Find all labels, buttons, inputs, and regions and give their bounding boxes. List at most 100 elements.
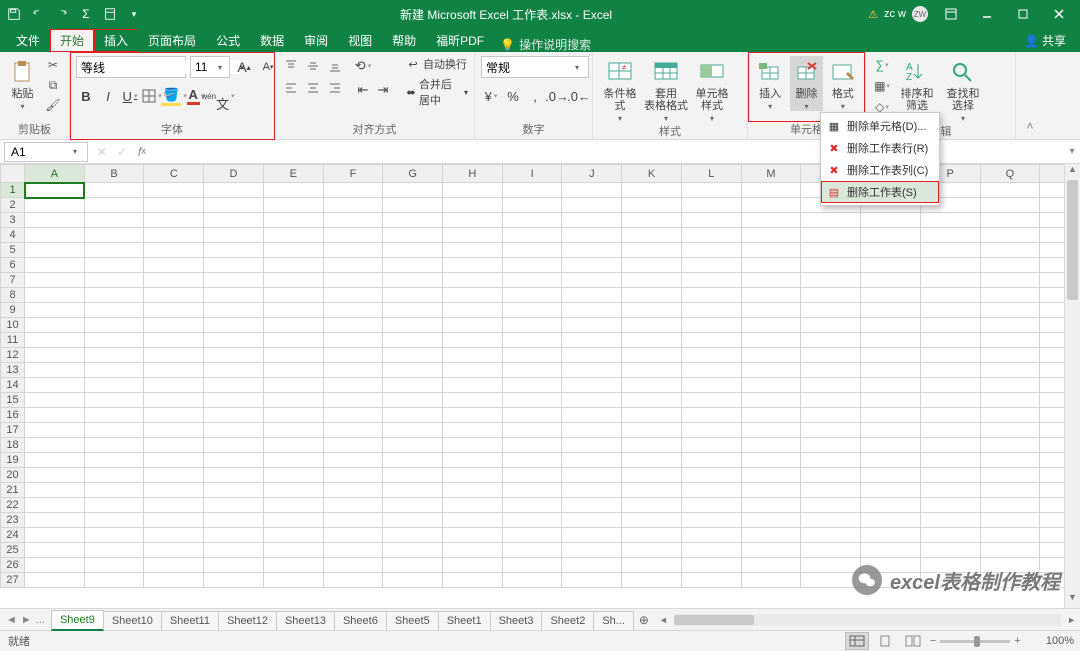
cell[interactable] — [204, 183, 264, 198]
cell[interactable] — [741, 363, 801, 378]
chevron-down-icon[interactable]: ▾ — [67, 147, 83, 156]
cell[interactable] — [681, 573, 741, 588]
row-header[interactable]: 10 — [1, 318, 25, 333]
cell[interactable] — [25, 453, 85, 468]
cell[interactable] — [263, 243, 323, 258]
cell[interactable] — [502, 198, 562, 213]
font-size-input[interactable] — [191, 60, 213, 74]
cell[interactable] — [204, 513, 264, 528]
cell[interactable] — [144, 318, 204, 333]
cell[interactable] — [622, 513, 682, 528]
cell[interactable] — [681, 258, 741, 273]
cell[interactable] — [681, 198, 741, 213]
cell[interactable] — [443, 318, 503, 333]
cell[interactable] — [622, 258, 682, 273]
cell[interactable] — [741, 438, 801, 453]
cancel-formula-icon[interactable]: ✕ — [92, 142, 112, 162]
cell[interactable] — [144, 228, 204, 243]
cell[interactable] — [84, 273, 144, 288]
cell[interactable] — [980, 483, 1040, 498]
phonetic-button[interactable]: wén文 — [208, 86, 228, 106]
cell[interactable] — [741, 258, 801, 273]
spreadsheet-grid[interactable]: ABCDEFGHIJKLMNOPQR1234567891011121314151… — [0, 164, 1080, 608]
format-painter-icon[interactable]: 🖌 — [43, 96, 63, 114]
name-box-input[interactable] — [5, 145, 67, 159]
cell[interactable] — [144, 483, 204, 498]
column-header[interactable]: C — [144, 165, 204, 183]
cell[interactable] — [323, 228, 383, 243]
expand-formula-bar-icon[interactable]: ▾ — [1064, 146, 1080, 157]
cell[interactable] — [741, 498, 801, 513]
cell[interactable] — [681, 558, 741, 573]
row-header[interactable]: 7 — [1, 273, 25, 288]
bold-button[interactable]: B — [76, 86, 96, 106]
cell[interactable] — [980, 378, 1040, 393]
cell[interactable] — [25, 303, 85, 318]
cell[interactable] — [622, 543, 682, 558]
menu-delete-sheet[interactable]: ▤删除工作表(S) — [821, 181, 939, 203]
cell[interactable] — [84, 573, 144, 588]
cell[interactable] — [84, 198, 144, 213]
cell[interactable] — [502, 543, 562, 558]
row-header[interactable]: 3 — [1, 213, 25, 228]
cell[interactable] — [144, 438, 204, 453]
cell[interactable] — [443, 453, 503, 468]
accounting-format-icon[interactable]: ¥ — [481, 86, 501, 106]
cell[interactable] — [562, 453, 622, 468]
cell[interactable] — [204, 213, 264, 228]
column-header[interactable]: M — [741, 165, 801, 183]
cell[interactable] — [861, 498, 921, 513]
row-header[interactable]: 14 — [1, 378, 25, 393]
cell[interactable] — [204, 438, 264, 453]
cell[interactable] — [144, 543, 204, 558]
cell[interactable] — [25, 543, 85, 558]
tab-insert[interactable]: 插入 — [94, 29, 138, 52]
cell[interactable] — [622, 378, 682, 393]
cell[interactable] — [144, 258, 204, 273]
cell[interactable] — [980, 363, 1040, 378]
align-left-icon[interactable] — [281, 78, 301, 98]
zoom-out-icon[interactable]: − — [930, 635, 936, 647]
cell[interactable] — [323, 333, 383, 348]
cell[interactable] — [84, 258, 144, 273]
cell[interactable] — [861, 243, 921, 258]
align-right-icon[interactable] — [325, 78, 345, 98]
cell[interactable] — [801, 483, 861, 498]
cell[interactable] — [323, 183, 383, 198]
cell[interactable] — [25, 333, 85, 348]
cell[interactable] — [323, 558, 383, 573]
row-header[interactable]: 8 — [1, 288, 25, 303]
align-center-icon[interactable] — [303, 78, 323, 98]
zoom-in-icon[interactable]: + — [1014, 635, 1020, 647]
cell[interactable] — [25, 423, 85, 438]
cell[interactable] — [562, 243, 622, 258]
cell[interactable] — [861, 438, 921, 453]
cell[interactable] — [920, 378, 980, 393]
sheet-tab[interactable]: Sheet12 — [218, 611, 277, 630]
cell[interactable] — [741, 348, 801, 363]
cell[interactable] — [562, 348, 622, 363]
cell[interactable] — [383, 408, 443, 423]
cell[interactable] — [622, 438, 682, 453]
cell[interactable] — [502, 393, 562, 408]
cell[interactable] — [204, 303, 264, 318]
align-top-icon[interactable] — [281, 56, 301, 76]
cell[interactable] — [861, 513, 921, 528]
calculator-icon[interactable] — [100, 4, 120, 24]
cell[interactable] — [502, 528, 562, 543]
cell[interactable] — [681, 288, 741, 303]
cell[interactable] — [861, 318, 921, 333]
cell[interactable] — [861, 453, 921, 468]
cell[interactable] — [84, 528, 144, 543]
cell[interactable] — [980, 498, 1040, 513]
cell[interactable] — [562, 318, 622, 333]
cell[interactable] — [741, 393, 801, 408]
cell[interactable] — [25, 243, 85, 258]
menu-delete-cols[interactable]: ✖删除工作表列(C) — [821, 159, 939, 181]
cell[interactable] — [323, 438, 383, 453]
tab-foxit-pdf[interactable]: 福昕PDF — [426, 29, 494, 52]
cell[interactable] — [622, 423, 682, 438]
row-header[interactable]: 6 — [1, 258, 25, 273]
cell[interactable] — [443, 213, 503, 228]
cell[interactable] — [502, 288, 562, 303]
